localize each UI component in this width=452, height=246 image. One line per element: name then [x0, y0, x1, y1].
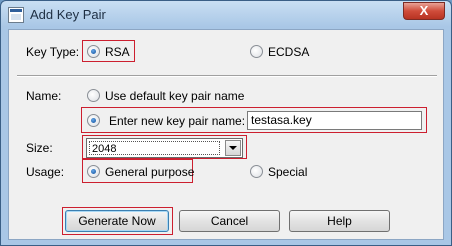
generate-now-button[interactable]: Generate Now — [65, 210, 169, 232]
size-label: Size: — [26, 141, 53, 155]
ecdsa-label[interactable]: ECDSA — [268, 45, 309, 59]
close-button[interactable]: X — [403, 2, 445, 20]
default-name-label[interactable]: Use default key pair name — [105, 89, 244, 103]
window-title: Add Key Pair — [30, 7, 106, 22]
app-icon — [8, 7, 24, 23]
dialog-content: Key Type: RSA ECDSA Name: Use default ke… — [8, 29, 444, 240]
name-label: Name: — [26, 89, 62, 103]
add-key-pair-dialog: Add Key Pair X Key Type: RSA ECDSA Name:… — [0, 0, 452, 246]
cancel-button[interactable]: Cancel — [179, 210, 280, 232]
separator — [17, 75, 437, 77]
key-type-label: Key Type: — [26, 45, 80, 59]
chevron-down-icon — [229, 146, 237, 150]
special-label[interactable]: Special — [268, 165, 307, 179]
help-button[interactable]: Help — [289, 210, 390, 232]
size-value: 2048 — [89, 141, 220, 155]
default-name-radio[interactable] — [87, 89, 100, 102]
ecdsa-radio[interactable] — [250, 45, 263, 58]
general-purpose-radio[interactable] — [87, 165, 100, 178]
rsa-label[interactable]: RSA — [105, 45, 130, 59]
key-pair-name-input[interactable]: testasa.key — [247, 111, 422, 130]
new-name-radio[interactable] — [87, 114, 100, 127]
new-name-label[interactable]: Enter new key pair name: — [109, 114, 245, 128]
usage-label: Usage: — [26, 165, 65, 179]
general-purpose-label[interactable]: General purpose — [105, 165, 194, 179]
size-select[interactable]: 2048 — [86, 138, 243, 158]
rsa-radio[interactable] — [87, 45, 100, 58]
dropdown-arrow[interactable] — [225, 140, 241, 156]
title-bar[interactable]: Add Key Pair X — [1, 1, 451, 29]
special-radio[interactable] — [250, 165, 263, 178]
